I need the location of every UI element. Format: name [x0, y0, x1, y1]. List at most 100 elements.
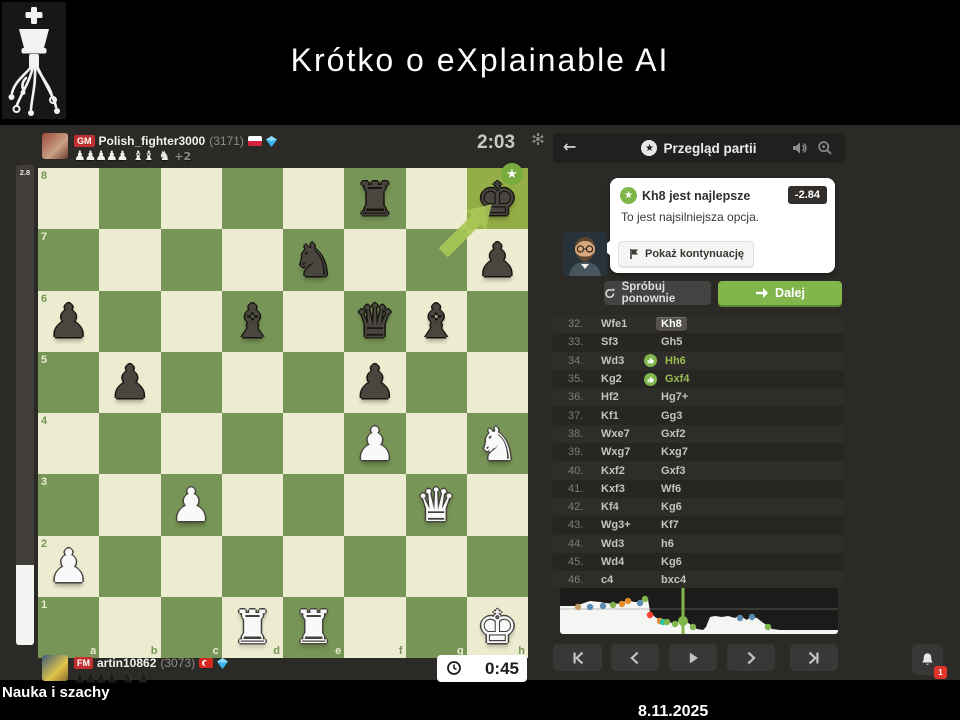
- go-to-start-button[interactable]: [553, 644, 602, 671]
- back-button[interactable]: ←: [563, 137, 576, 156]
- white-move[interactable]: Wxe7: [601, 428, 661, 440]
- square-g6[interactable]: ♝: [406, 291, 467, 352]
- square-e2[interactable]: [283, 536, 344, 597]
- square-g4[interactable]: [406, 413, 467, 474]
- white-move[interactable]: Kf4: [601, 501, 661, 513]
- square-a5[interactable]: 5: [38, 352, 99, 413]
- square-f2[interactable]: [344, 536, 405, 597]
- square-h5[interactable]: [467, 352, 528, 413]
- next-button[interactable]: Dalej: [718, 281, 842, 305]
- square-g8[interactable]: [406, 168, 467, 229]
- black-move[interactable]: Hg7+: [661, 391, 845, 403]
- square-a4[interactable]: 4: [38, 413, 99, 474]
- square-a8[interactable]: 8: [38, 168, 99, 229]
- square-g2[interactable]: [406, 536, 467, 597]
- square-c8[interactable]: [161, 168, 222, 229]
- square-f4[interactable]: ♟: [344, 413, 405, 474]
- square-e4[interactable]: [283, 413, 344, 474]
- top-player-name[interactable]: Polish_fighter3000: [99, 134, 206, 148]
- square-c1[interactable]: c: [161, 597, 222, 658]
- speaker-icon[interactable]: [791, 140, 807, 156]
- square-a2[interactable]: 2♟: [38, 536, 99, 597]
- square-d6[interactable]: ♝: [222, 291, 283, 352]
- square-d7[interactable]: [222, 229, 283, 290]
- top-player-avatar[interactable]: [42, 133, 68, 159]
- white-move[interactable]: Wxg7: [601, 446, 661, 458]
- square-c5[interactable]: [161, 352, 222, 413]
- square-e5[interactable]: [283, 352, 344, 413]
- square-c4[interactable]: [161, 413, 222, 474]
- square-f7[interactable]: [344, 229, 405, 290]
- square-c3[interactable]: ♟: [161, 474, 222, 535]
- notifications-button[interactable]: 1: [912, 644, 943, 675]
- square-e7[interactable]: ♞: [283, 229, 344, 290]
- black-move[interactable]: Kg6: [661, 501, 845, 513]
- square-a1[interactable]: 1a: [38, 597, 99, 658]
- black-move[interactable]: Kg6: [661, 556, 845, 568]
- black-move[interactable]: Wf6: [661, 483, 845, 495]
- square-d4[interactable]: [222, 413, 283, 474]
- square-h2[interactable]: [467, 536, 528, 597]
- square-d3[interactable]: [222, 474, 283, 535]
- white-move[interactable]: Wd3: [601, 538, 661, 550]
- square-c7[interactable]: [161, 229, 222, 290]
- settings-gear-icon[interactable]: [530, 131, 546, 147]
- square-a7[interactable]: 7: [38, 229, 99, 290]
- square-d1[interactable]: d♜: [222, 597, 283, 658]
- square-e8[interactable]: [283, 168, 344, 229]
- square-d2[interactable]: [222, 536, 283, 597]
- square-c2[interactable]: [161, 536, 222, 597]
- play-button[interactable]: [669, 644, 717, 671]
- black-move[interactable]: Gxf3: [661, 465, 845, 477]
- square-d5[interactable]: [222, 352, 283, 413]
- square-f1[interactable]: f: [344, 597, 405, 658]
- white-move[interactable]: Wfe1: [601, 318, 661, 330]
- square-a6[interactable]: 6♟: [38, 291, 99, 352]
- square-h6[interactable]: [467, 291, 528, 352]
- white-move[interactable]: c4: [601, 574, 661, 586]
- square-c6[interactable]: [161, 291, 222, 352]
- black-move[interactable]: bxc4: [661, 574, 845, 586]
- square-b7[interactable]: [99, 229, 160, 290]
- black-move[interactable]: Kh8: [661, 317, 845, 331]
- square-b3[interactable]: [99, 474, 160, 535]
- square-f5[interactable]: ♟: [344, 352, 405, 413]
- square-h4[interactable]: ♞: [467, 413, 528, 474]
- square-g7[interactable]: [406, 229, 467, 290]
- white-move[interactable]: Kxf3: [601, 483, 661, 495]
- previous-move-button[interactable]: [611, 644, 659, 671]
- square-h7[interactable]: ♟: [467, 229, 528, 290]
- bottom-player-name[interactable]: artin10862: [97, 656, 156, 670]
- square-h3[interactable]: [467, 474, 528, 535]
- square-g3[interactable]: ♛: [406, 474, 467, 535]
- evaluation-graph[interactable]: [560, 588, 838, 634]
- square-b8[interactable]: [99, 168, 160, 229]
- square-f3[interactable]: [344, 474, 405, 535]
- white-move[interactable]: Kxf2: [601, 465, 661, 477]
- black-move[interactable]: Gxf4: [661, 373, 845, 386]
- square-b1[interactable]: b: [99, 597, 160, 658]
- zoom-icon[interactable]: [817, 140, 833, 156]
- square-e6[interactable]: [283, 291, 344, 352]
- square-d8[interactable]: [222, 168, 283, 229]
- show-continuation-button[interactable]: Pokaż kontynuację: [618, 241, 754, 267]
- white-move[interactable]: Hf2: [601, 391, 661, 403]
- square-g1[interactable]: g: [406, 597, 467, 658]
- square-a3[interactable]: 3: [38, 474, 99, 535]
- white-move[interactable]: Wg3+: [601, 519, 661, 531]
- square-b2[interactable]: [99, 536, 160, 597]
- white-move[interactable]: Wd4: [601, 556, 661, 568]
- retry-button[interactable]: Spróbuj ponownie: [604, 281, 711, 305]
- bottom-player-avatar[interactable]: [42, 655, 68, 681]
- black-move[interactable]: Kxg7: [661, 446, 845, 458]
- square-f6[interactable]: ♛: [344, 291, 405, 352]
- go-to-end-button[interactable]: [790, 644, 838, 671]
- white-move[interactable]: Sf3: [601, 336, 661, 348]
- square-h1[interactable]: h♚: [467, 597, 528, 658]
- black-move[interactable]: Gxf2: [661, 428, 845, 440]
- white-move[interactable]: Kf1: [601, 410, 661, 422]
- black-move[interactable]: Hh6: [661, 354, 845, 367]
- square-g5[interactable]: [406, 352, 467, 413]
- black-move[interactable]: Gh5: [661, 336, 845, 348]
- square-f8[interactable]: ♜: [344, 168, 405, 229]
